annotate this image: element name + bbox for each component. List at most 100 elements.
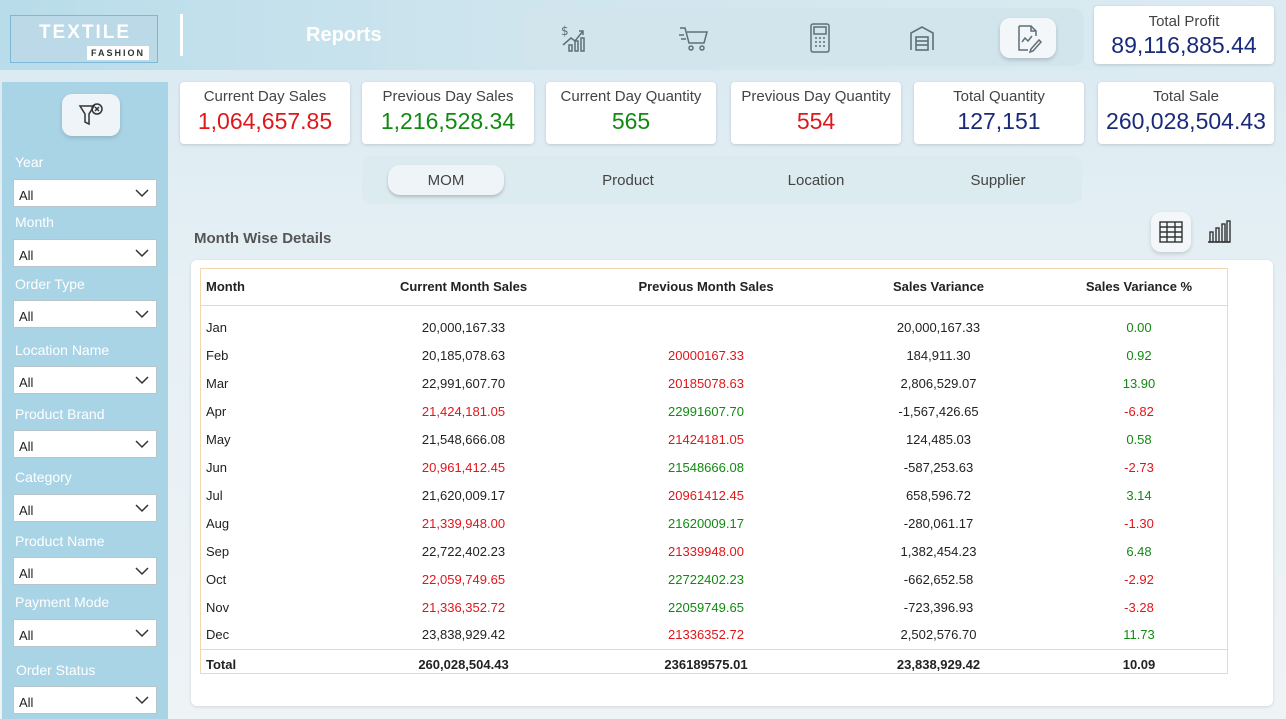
chevron-down-icon [135,376,149,385]
kpi-total-quantity: Total Quantity 127,151 [914,82,1084,144]
year-dropdown-value: All [19,188,34,203]
previous-month-sales-cell: 21424181.05 [668,431,744,447]
previous-month-sales-cell [586,305,826,341]
table-row: Dec 23,838,929.42 21336352.72 2,502,576.70 1… [201,621,1227,649]
sales-variance-cell: -587,253.63 [903,459,974,475]
category-dropdown-value: All [19,503,34,518]
sales-variance-cell: 184,911.30 [906,347,971,363]
sales-variance-pct-cell: 0.58 [1126,431,1152,447]
category-dropdown[interactable]: All [13,494,157,522]
month-dropdown[interactable]: All [13,239,157,267]
table-total-row: Total 260,028,504.43 236189575.01 23,838… [201,648,1227,679]
previous-month-sales-cell: 20185078.63 [668,375,744,391]
month-cell: May [206,431,231,447]
tab-supplier[interactable]: Supplier [940,165,1056,195]
month-cell: Jan [206,319,227,335]
month-cell: Oct [206,571,227,587]
tab-location[interactable]: Location [758,165,874,195]
sales-variance-pct-cell: 0.92 [1126,347,1152,363]
tab-mom[interactable]: MOM [388,165,504,195]
kpi-total-sale: Total Sale 260,028,504.43 [1098,82,1274,144]
logo-main-text: TEXTILE [38,22,132,43]
total-previous-sales: 236189575.01 [586,648,826,679]
current-month-sales-cell: 22,722,402.23 [421,543,506,559]
filter-label-order-type: Order Type [15,276,85,292]
chevron-down-icon [135,189,149,198]
current-month-sales-cell: 21,424,181.05 [421,403,506,419]
sales-variance-pct-cell: -6.82 [1124,403,1154,419]
chevron-down-icon [135,629,149,638]
order-type-dropdown[interactable]: All [13,300,157,328]
filter-label-year: Year [15,154,44,170]
current-month-sales-cell: 20,000,167.33 [421,319,506,335]
product-name-dropdown[interactable]: All [13,557,157,585]
chevron-down-icon [135,440,149,449]
chart-view-button[interactable] [1199,212,1239,252]
sales-trend-icon[interactable]: $ [554,18,594,58]
current-month-sales-cell: 21,339,948.00 [421,515,506,531]
payment-mode-dropdown[interactable]: All [13,619,157,647]
column-header-current-month-sales[interactable]: Current Month Sales [341,269,586,306]
month-dropdown-value: All [19,248,34,263]
column-header-previous-month-sales[interactable]: Previous Month Sales [586,269,826,306]
month-cell: Feb [206,347,229,363]
previous-month-sales-cell: 21339948.00 [668,543,744,559]
sales-variance-pct-cell: -2.92 [1124,571,1154,587]
kpi-label: Previous Day Sales [382,88,514,105]
tab-product[interactable]: Product [570,165,686,195]
kpi-value: 127,151 [957,108,1041,134]
kpi-value: 565 [611,108,651,134]
table-row: Jul 21,620,009.17 20961412.45 658,596.72 3.1… [201,481,1227,509]
current-month-sales-cell: 21,336,352.72 [421,599,506,615]
tab-bar: MOM Product Location Supplier [362,156,1082,204]
table-row: Feb 20,185,078.63 20000167.33 184,911.30 0.9… [201,341,1227,369]
previous-month-sales-cell: 21548666.08 [668,459,744,475]
filter-label-product-brand: Product Brand [15,406,105,422]
filter-clear-icon [78,103,103,126]
table-row: Nov 21,336,352.72 22059749.65 -723,396.93 -3… [201,593,1227,621]
pos-terminal-icon[interactable] [800,18,840,58]
total-profit-card: Total Profit 89,116,885.44 [1094,6,1274,64]
total-sales-variance: 23,838,929.42 [826,648,1051,679]
filter-label-payment-mode: Payment Mode [15,594,110,610]
top-bar: TEXTILE FASHION Reports $ Total Profit 8… [0,0,1286,70]
sales-variance-pct-cell: 6.48 [1126,543,1152,559]
sales-variance-cell: 20,000,167.33 [896,319,981,335]
clear-filters-button[interactable] [62,94,120,136]
previous-month-sales-cell: 21620009.17 [668,515,744,531]
column-header-sales-variance-pct[interactable]: Sales Variance % [1051,269,1227,306]
column-header-month[interactable]: Month [201,269,341,306]
column-header-sales-variance[interactable]: Sales Variance [826,269,1051,306]
month-cell: Dec [206,627,230,643]
current-month-sales-cell: 23,838,929.42 [421,627,506,643]
sales-variance-pct-cell: 0.00 [1126,319,1152,335]
kpi-value: 554 [796,108,836,134]
product-brand-dropdown[interactable]: All [13,430,157,458]
table-header-row: Month Current Month Sales Previous Month… [201,269,1227,306]
table-row: Jan 20,000,167.33 20,000,167.33 0.00 [201,305,1227,341]
cart-icon[interactable] [674,18,714,58]
order-type-dropdown-value: All [19,309,34,324]
table-row: Jun 20,961,412.45 21548666.08 -587,253.63 -2… [201,453,1227,481]
filter-sidebar: Year All Month All Order Type All Locati… [2,82,168,719]
month-cell: Mar [206,375,229,391]
chevron-down-icon [135,504,149,513]
table-view-button[interactable] [1151,212,1191,252]
filter-label-product-name: Product Name [15,533,105,549]
month-cell: Nov [206,599,230,615]
table-row: Aug 21,339,948.00 21620009.17 -280,061.17 -1… [201,509,1227,537]
previous-month-sales-cell: 22991607.70 [668,403,744,419]
current-month-sales-cell: 22,059,749.65 [421,571,506,587]
report-icon[interactable] [1000,18,1056,58]
order-status-dropdown[interactable]: All [13,686,157,714]
month-cell: Apr [206,403,227,419]
sales-variance-cell: -1,567,426.65 [898,403,979,419]
sales-variance-cell: -662,652.58 [903,571,974,587]
kpi-value: 1,064,657.85 [197,108,333,134]
location-name-dropdown[interactable]: All [13,366,157,394]
previous-month-sales-cell: 21336352.72 [668,627,744,643]
warehouse-icon[interactable] [902,18,942,58]
kpi-current-day-quantity: Current Day Quantity 565 [546,82,716,144]
sales-variance-cell: -723,396.93 [903,599,974,615]
year-dropdown[interactable]: All [13,179,157,207]
